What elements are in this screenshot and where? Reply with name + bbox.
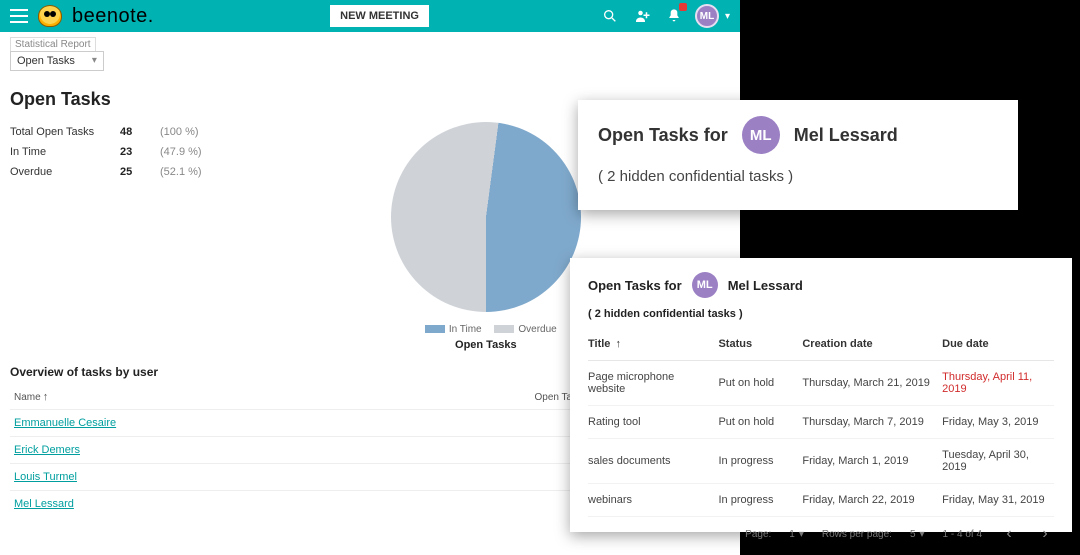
stat-label: Overdue — [10, 166, 120, 178]
user-link[interactable]: Erick Demers — [14, 444, 80, 456]
cell-open: 9 — [385, 410, 591, 437]
callout-name: Mel Lessard — [794, 125, 898, 146]
topbar: beenote. NEW MEETING ML ▾ — [0, 0, 740, 32]
stat-value: 25 — [120, 166, 160, 178]
col-open[interactable]: Open Tasks — [385, 385, 591, 410]
search-icon[interactable] — [599, 5, 621, 27]
cell-status: In progress — [718, 439, 802, 484]
pager-prev-icon[interactable]: ‹ — [1000, 525, 1018, 543]
stat-pct: (47.9 %) — [160, 146, 202, 158]
detail-subtext: ( 2 hidden confidential tasks ) — [588, 308, 1054, 320]
detail-name: Mel Lessard — [728, 278, 803, 293]
detail-prefix: Open Tasks for — [588, 278, 682, 293]
stat-pct: (100 %) — [160, 126, 199, 138]
bee-logo-icon — [38, 5, 62, 27]
stats-summary: Total Open Tasks48(100 %) In Time23(47.9… — [10, 122, 202, 351]
table-row: sales documentsIn progressFriday, March … — [588, 439, 1054, 484]
cell-created: Thursday, March 7, 2019 — [802, 406, 942, 439]
chevron-down-icon[interactable]: ▾ — [725, 11, 730, 22]
cell-status: Put on hold — [718, 361, 802, 406]
col-due[interactable]: Due date — [942, 328, 1054, 361]
pager-range: 1 - 4 of 4 — [943, 529, 982, 540]
stat-pct: (52.1 %) — [160, 166, 202, 178]
table-row: Page microphone websitePut on holdThursd… — [588, 361, 1054, 406]
cell-title[interactable]: Rating tool — [588, 406, 718, 439]
cell-due: Thursday, April 11, 2019 — [942, 361, 1054, 406]
user-link[interactable]: Mel Lessard — [14, 498, 74, 510]
table-row: Rating toolPut on holdThursday, March 7,… — [588, 406, 1054, 439]
legend-label: In Time — [449, 324, 482, 335]
table-row: webinarsIn progressFriday, March 22, 201… — [588, 484, 1054, 517]
pie-chart — [391, 122, 581, 312]
cell-title[interactable]: sales documents — [588, 439, 718, 484]
add-user-icon[interactable] — [631, 5, 653, 27]
cell-created: Friday, March 1, 2019 — [802, 439, 942, 484]
cell-status: Put on hold — [718, 406, 802, 439]
legend-label: Overdue — [518, 324, 556, 335]
callout-subtext: ( 2 hidden confidential tasks ) — [598, 168, 998, 185]
cell-due: Friday, May 3, 2019 — [942, 406, 1054, 439]
avatar: ML — [742, 116, 780, 154]
report-select[interactable]: Open Tasks — [10, 51, 104, 71]
cell-open: 6 — [385, 491, 591, 518]
pager-rpp-label: Rows per page: — [822, 529, 892, 540]
tasks-table: Title ↑ Status Creation date Due date Pa… — [588, 328, 1054, 517]
col-title[interactable]: Title ↑ — [588, 328, 718, 361]
menu-icon[interactable] — [10, 9, 28, 23]
stat-value: 23 — [120, 146, 160, 158]
brand-text: beenote. — [72, 5, 154, 28]
cell-created: Friday, March 22, 2019 — [802, 484, 942, 517]
legend-swatch-intime — [425, 325, 445, 333]
avatar: ML — [692, 272, 718, 298]
new-meeting-button[interactable]: NEW MEETING — [330, 5, 429, 27]
sort-asc-icon: ↑ — [615, 338, 621, 350]
user-link[interactable]: Emmanuelle Cesaire — [14, 417, 116, 429]
callout-prefix: Open Tasks for — [598, 125, 728, 146]
pager-page-select[interactable]: 1 ▾ — [789, 529, 804, 540]
pager: Page: 1 ▾ Rows per page: 5 ▾ 1 - 4 of 4 … — [588, 517, 1054, 543]
cell-status: In progress — [718, 484, 802, 517]
cell-open: 9 — [385, 464, 591, 491]
cell-created: Thursday, March 21, 2019 — [802, 361, 942, 406]
pager-page-label: Page: — [745, 529, 771, 540]
callout-popup: Open Tasks for ML Mel Lessard ( 2 hidden… — [578, 100, 1018, 210]
cell-title[interactable]: Page microphone website — [588, 361, 718, 406]
cell-open: 1 — [385, 437, 591, 464]
pager-rpp-select[interactable]: 5 ▾ — [910, 529, 925, 540]
notifications-icon[interactable] — [663, 5, 685, 27]
detail-panel: Open Tasks for ML Mel Lessard ( 2 hidden… — [570, 258, 1072, 532]
col-created[interactable]: Creation date — [802, 328, 942, 361]
cell-due: Friday, May 31, 2019 — [942, 484, 1054, 517]
stat-label: Total Open Tasks — [10, 126, 120, 138]
cell-title[interactable]: webinars — [588, 484, 718, 517]
col-name[interactable]: Name↑ — [10, 385, 385, 410]
legend-swatch-overdue — [494, 325, 514, 333]
cell-due: Tuesday, April 30, 2019 — [942, 439, 1054, 484]
report-group-label: Statistical Report — [10, 37, 96, 51]
col-status[interactable]: Status — [718, 328, 802, 361]
sort-asc-icon: ↑ — [43, 391, 49, 403]
pager-next-icon[interactable]: › — [1036, 525, 1054, 543]
user-link[interactable]: Louis Turmel — [14, 471, 77, 483]
stat-label: In Time — [10, 146, 120, 158]
notification-badge — [679, 3, 687, 11]
avatar[interactable]: ML — [695, 4, 719, 28]
stat-value: 48 — [120, 126, 160, 138]
